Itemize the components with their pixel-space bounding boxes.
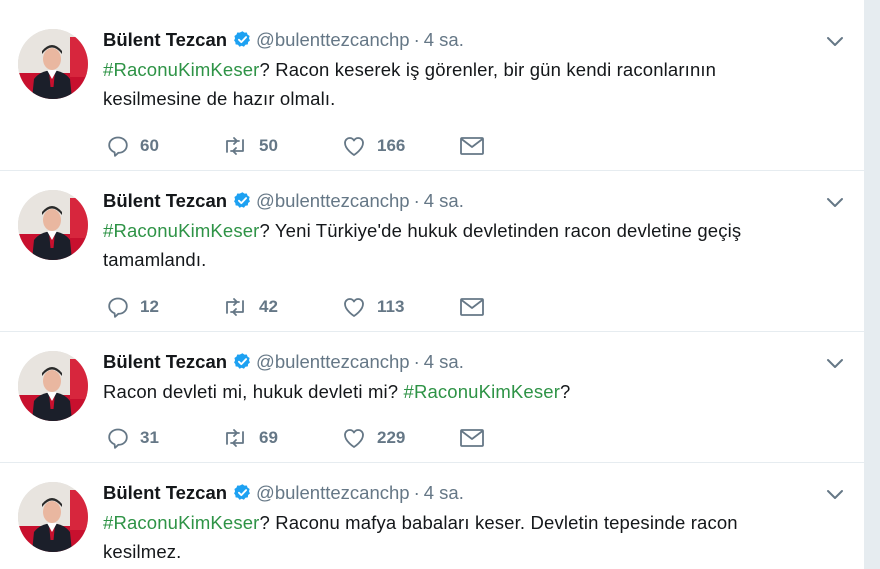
verified-badge-icon bbox=[234, 31, 250, 47]
avatar[interactable] bbox=[18, 29, 88, 99]
author-handle[interactable]: @bulenttezcanchp bbox=[256, 351, 410, 372]
retweet-count: 69 bbox=[259, 428, 278, 447]
verified-badge-icon bbox=[234, 192, 250, 208]
direct-message-button[interactable] bbox=[459, 294, 485, 320]
avatar-image bbox=[18, 190, 88, 260]
avatar[interactable] bbox=[18, 190, 88, 260]
timestamp[interactable]: 4 sa. bbox=[424, 482, 464, 503]
tweet-text-part: ? bbox=[560, 381, 571, 402]
tweet-header: Bülent Tezcan @bulenttezcanchp · 4 sa. bbox=[103, 28, 464, 52]
retweet-button[interactable]: 50 bbox=[221, 133, 278, 159]
reply-count: 60 bbox=[140, 136, 159, 155]
verified-badge-icon bbox=[234, 484, 250, 500]
timeline: Bülent Tezcan @bulenttezcanchp · 4 sa. #Rac… bbox=[0, 0, 864, 569]
tweet-header: Bülent Tezcan @bulenttezcanchp · 4 sa. bbox=[103, 481, 464, 505]
timestamp[interactable]: 4 sa. bbox=[424, 29, 464, 50]
timestamp[interactable]: 4 sa. bbox=[424, 190, 464, 211]
avatar-image bbox=[18, 482, 88, 552]
like-count: 229 bbox=[377, 428, 406, 447]
retweet-icon bbox=[226, 429, 244, 447]
tweet-text: #RaconuKimKeser? Yeni Türkiye'de hukuk d… bbox=[103, 216, 803, 274]
retweet-count: 42 bbox=[259, 297, 278, 316]
retweet-count: 50 bbox=[259, 136, 278, 155]
chevron-down-icon[interactable] bbox=[826, 197, 844, 209]
separator-dot: · bbox=[413, 482, 420, 503]
like-button[interactable]: 166 bbox=[341, 133, 405, 159]
chevron-down-icon[interactable] bbox=[826, 358, 844, 370]
avatar-image bbox=[18, 351, 88, 421]
envelope-icon bbox=[460, 137, 484, 155]
author-name[interactable]: Bülent Tezcan bbox=[103, 351, 227, 372]
retweet-icon bbox=[226, 137, 244, 155]
verified-badge-icon bbox=[234, 353, 250, 369]
tweet-actions: 12 42 113 bbox=[103, 294, 503, 320]
direct-message-button[interactable] bbox=[459, 133, 485, 159]
tweet[interactable]: Bülent Tezcan @bulenttezcanchp · 4 sa. #Rac… bbox=[0, 0, 864, 170]
reply-button[interactable]: 12 bbox=[106, 294, 159, 320]
separator-dot: · bbox=[413, 351, 420, 372]
retweet-button[interactable]: 42 bbox=[221, 294, 278, 320]
reply-button[interactable]: 60 bbox=[106, 133, 159, 159]
retweet-button[interactable]: 69 bbox=[221, 425, 278, 451]
retweet-icon bbox=[226, 298, 244, 316]
author-handle[interactable]: @bulenttezcanchp bbox=[256, 482, 410, 503]
heart-icon bbox=[344, 429, 364, 448]
like-count: 113 bbox=[377, 297, 405, 316]
tweet-text: #RaconuKimKeser? Raconu mafya babaları k… bbox=[103, 508, 803, 566]
author-handle[interactable]: @bulenttezcanchp bbox=[256, 29, 410, 50]
reply-icon bbox=[108, 428, 128, 449]
chevron-down-icon[interactable] bbox=[826, 489, 844, 501]
hashtag-link[interactable]: #RaconuKimKeser bbox=[103, 220, 260, 241]
author-name[interactable]: Bülent Tezcan bbox=[103, 190, 227, 211]
hashtag-link[interactable]: #RaconuKimKeser bbox=[103, 512, 260, 533]
separator-dot: · bbox=[413, 190, 420, 211]
reply-button[interactable]: 31 bbox=[106, 425, 159, 451]
like-button[interactable]: 229 bbox=[341, 425, 405, 451]
author-name[interactable]: Bülent Tezcan bbox=[103, 29, 227, 50]
tweet[interactable]: Bülent Tezcan @bulenttezcanchp · 4 sa. #Rac… bbox=[0, 463, 864, 569]
tweet-header: Bülent Tezcan @bulenttezcanchp · 4 sa. bbox=[103, 350, 464, 374]
tweet-actions: 60 50 166 bbox=[103, 133, 503, 159]
timestamp[interactable]: 4 sa. bbox=[424, 351, 464, 372]
reply-icon bbox=[108, 297, 128, 318]
like-count: 166 bbox=[377, 136, 406, 155]
tweet-header: Bülent Tezcan @bulenttezcanchp · 4 sa. bbox=[103, 189, 464, 213]
tweet-text-part: Racon devleti mi, hukuk devleti mi? bbox=[103, 381, 404, 402]
avatar-image bbox=[18, 29, 88, 99]
reply-icon bbox=[108, 136, 128, 157]
hashtag-link[interactable]: #RaconuKimKeser bbox=[103, 59, 260, 80]
chevron-down-icon[interactable] bbox=[826, 36, 844, 48]
envelope-icon bbox=[460, 298, 484, 316]
tweet-actions: 31 69 229 bbox=[103, 425, 503, 451]
author-name[interactable]: Bülent Tezcan bbox=[103, 482, 227, 503]
reply-count: 12 bbox=[140, 297, 159, 316]
author-handle[interactable]: @bulenttezcanchp bbox=[256, 190, 410, 211]
separator-dot: · bbox=[413, 29, 420, 50]
avatar[interactable] bbox=[18, 351, 88, 421]
heart-icon bbox=[344, 298, 364, 317]
avatar[interactable] bbox=[18, 482, 88, 552]
envelope-icon bbox=[460, 429, 484, 447]
tweet-text: #RaconuKimKeser? Racon keserek iş görenl… bbox=[103, 55, 803, 113]
direct-message-button[interactable] bbox=[459, 425, 485, 451]
hashtag-link[interactable]: #RaconuKimKeser bbox=[404, 381, 561, 402]
reply-count: 31 bbox=[140, 428, 159, 447]
tweet-text: Racon devleti mi, hukuk devleti mi? #Rac… bbox=[103, 377, 803, 406]
tweet[interactable]: Bülent Tezcan @bulenttezcanchp · 4 sa. #Rac… bbox=[0, 171, 864, 331]
tweet[interactable]: Bülent Tezcan @bulenttezcanchp · 4 sa. Raco… bbox=[0, 332, 864, 462]
heart-icon bbox=[344, 137, 364, 156]
like-button[interactable]: 113 bbox=[341, 294, 404, 320]
